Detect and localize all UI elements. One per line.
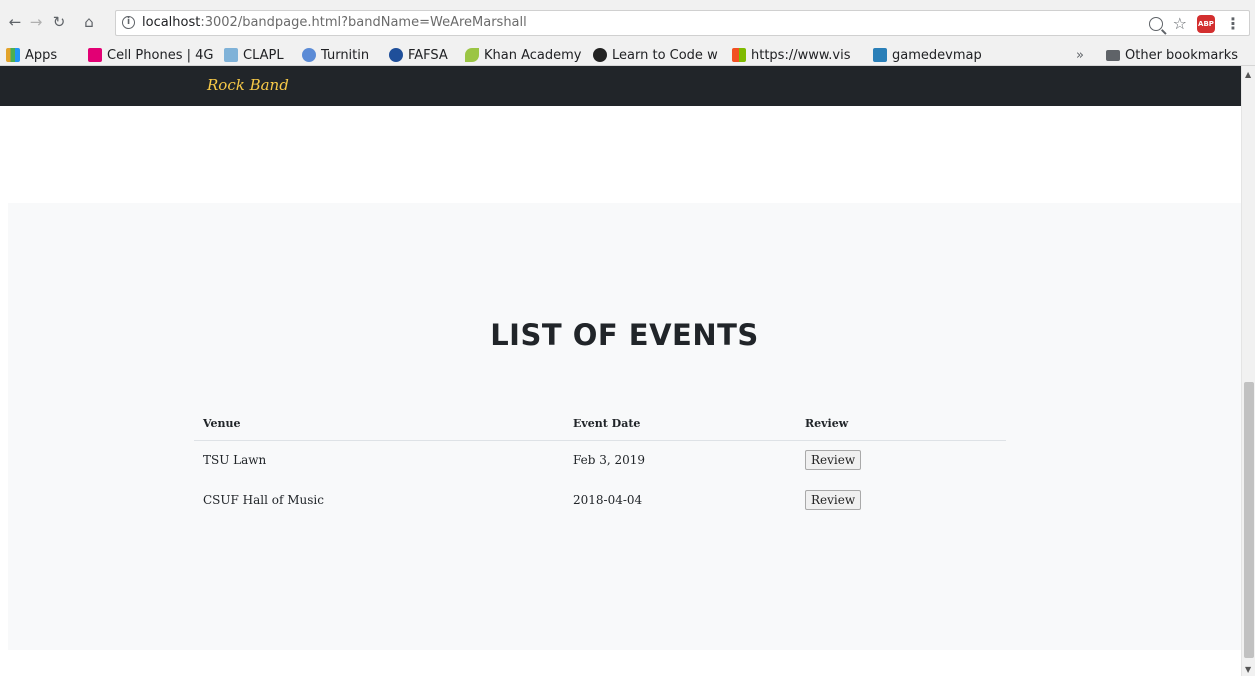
bookmark-khan-academy[interactable]: Khan Academy [465, 46, 582, 64]
address-bar-actions: ☆ ABP ⋮ [1148, 14, 1241, 34]
bookmark-label: Khan Academy [484, 47, 582, 63]
table-row: TSU Lawn Feb 3, 2019 Review [194, 440, 1006, 480]
site-navbar: Rock Band [0, 66, 1241, 106]
reload-icon[interactable]: ↻ [50, 12, 68, 32]
microsoft-icon [732, 48, 746, 62]
bookmark-label: Cell Phones | 4G [107, 47, 214, 63]
leaf-icon [465, 48, 479, 62]
bookmark-label: CLAPL [243, 47, 284, 63]
bookmark-label: gamedevmap [892, 47, 982, 63]
browser-toolbar: ← → ↻ ⌂ i localhost:3002/bandpage.html?b… [0, 0, 1255, 44]
event-date-cell: Feb 3, 2019 [573, 453, 646, 468]
bookmark-star-icon[interactable]: ☆ [1173, 15, 1187, 33]
bookmark-label: Learn to Code w [612, 47, 718, 63]
overflow-label: » [1076, 47, 1084, 63]
kebab-menu-icon[interactable]: ⋮ [1225, 15, 1241, 33]
bookmarks-bar: Apps Cell Phones | 4G CLAPL Turnitin FAF… [0, 44, 1255, 66]
other-bookmarks-label: Other bookmarks [1125, 47, 1239, 63]
address-bar[interactable]: i localhost:3002/bandpage.html?bandName=… [115, 10, 1250, 36]
bookmark-apps[interactable]: Apps [6, 46, 57, 64]
vertical-scrollbar[interactable]: ▲ ▼ [1241, 66, 1255, 676]
url-text[interactable]: localhost:3002/bandpage.html?bandName=We… [142, 15, 527, 30]
column-header-review: Review [796, 408, 1006, 441]
venue-cell: TSU Lawn [203, 453, 267, 468]
scrollbar-thumb[interactable] [1244, 382, 1254, 658]
scroll-up-arrow-icon[interactable]: ▲ [1245, 70, 1251, 79]
bookmark-learn-to-code[interactable]: Learn to Code w [593, 46, 718, 64]
bookmarks-overflow-button[interactable]: » [1076, 46, 1084, 64]
column-header-event-date: Event Date [564, 408, 796, 441]
bookmark-label: https://www.vis [751, 47, 851, 63]
apps-grid-icon [6, 48, 20, 62]
adblock-plus-icon[interactable]: ABP [1197, 15, 1215, 33]
table-header-row: Venue Event Date Review [194, 408, 1006, 441]
events-table: Venue Event Date Review TSU Lawn Feb 3, … [194, 408, 1006, 520]
venue-cell: CSUF Hall of Music [203, 493, 324, 507]
page-title: LIST OF EVENTS [490, 318, 759, 352]
folder-icon [1106, 49, 1120, 61]
bookmark-turnitin[interactable]: Turnitin [302, 46, 369, 64]
bookmark-fafsa[interactable]: FAFSA [389, 46, 448, 64]
bookmark-cell-phones[interactable]: Cell Phones | 4G [88, 46, 213, 64]
page-viewport: Rock Band LIST OF EVENTS Venue Event Dat… [0, 66, 1241, 676]
turnitin-icon [302, 48, 316, 62]
zoom-icon[interactable] [1148, 17, 1163, 31]
info-icon[interactable]: i [122, 16, 135, 29]
home-icon[interactable]: ⌂ [80, 12, 98, 32]
scroll-down-arrow-icon[interactable]: ▼ [1245, 665, 1251, 674]
t-mobile-icon [88, 48, 102, 62]
review-cell: Review [796, 440, 1006, 480]
review-button[interactable]: Review [805, 450, 862, 471]
brand-logo[interactable]: Rock Band [207, 76, 289, 94]
review-cell: Review [796, 480, 1006, 520]
bookmark-label: FAFSA [408, 47, 448, 63]
column-header-venue: Venue [194, 408, 564, 441]
back-arrow-icon[interactable]: ← [6, 12, 24, 32]
bookmark-label: Turnitin [321, 47, 370, 63]
events-section: LIST OF EVENTS Venue Event Date Review T… [8, 203, 1241, 650]
clapl-icon [224, 48, 238, 62]
bookmark-gamedevmap[interactable]: gamedevmap [873, 46, 982, 64]
bookmark-label: Apps [25, 47, 58, 63]
fafsa-icon [389, 48, 403, 62]
table-row: CSUF Hall of Music 2018-04-04 Review [194, 480, 1006, 520]
url-path: :3002/bandpage.html?bandName=WeAreMarsha… [200, 15, 527, 30]
bookmark-vis[interactable]: https://www.vis [732, 46, 851, 64]
forward-arrow-icon[interactable]: → [27, 12, 45, 32]
gamedevmap-icon [873, 48, 887, 62]
github-icon [593, 48, 607, 62]
url-host: localhost [142, 15, 201, 30]
review-button[interactable]: Review [805, 490, 862, 510]
bookmark-clapl[interactable]: CLAPL [224, 46, 284, 64]
event-date-cell: 2018-04-04 [573, 493, 643, 507]
other-bookmarks[interactable]: Other bookmarks [1106, 46, 1238, 64]
